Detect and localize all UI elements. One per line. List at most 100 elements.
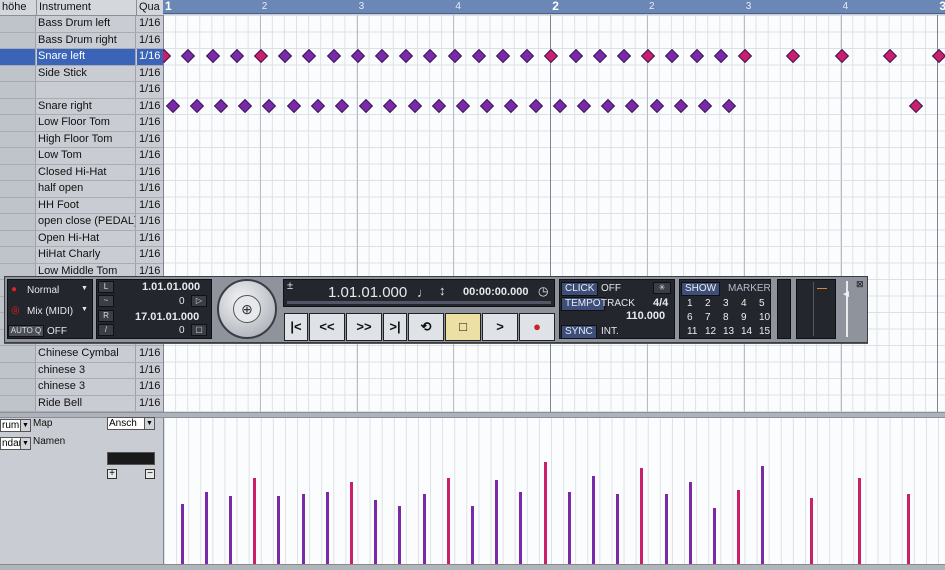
drum-note[interactable] [480, 98, 495, 113]
pitch-cell[interactable] [0, 49, 36, 65]
drum-note[interactable] [471, 49, 486, 64]
cycle-mode-value[interactable]: Mix (MIDI) [27, 306, 73, 317]
header-pitch[interactable]: höhe [0, 0, 37, 16]
volume-fader[interactable]: ◄ [841, 279, 853, 339]
add-lane-button[interactable]: + [107, 469, 117, 479]
instrument-row[interactable]: Closed Hi-Hat 1/16 [0, 164, 163, 181]
drum-note[interactable] [625, 98, 640, 113]
quantize-cell[interactable]: 1/16 [137, 132, 163, 148]
click-button[interactable]: CLICK [561, 282, 599, 296]
velocity-bar[interactable] [591, 476, 595, 564]
drum-note[interactable] [528, 98, 543, 113]
horizontal-scrollbar[interactable] [0, 564, 945, 570]
instrument-row[interactable]: Snare left 1/16 [0, 49, 163, 66]
click-settings-icon[interactable]: ✳ [653, 282, 671, 294]
marker-button[interactable]: 15 [759, 326, 770, 337]
quantize-cell[interactable]: 1/16 [137, 198, 163, 214]
drum-note[interactable] [931, 49, 945, 64]
instrument-row[interactable]: Side Stick 1/16 [0, 65, 163, 82]
marker-button[interactable]: 3 [723, 298, 729, 309]
velocity-bar[interactable] [422, 494, 426, 564]
instrument-row[interactable]: Open Hi-Hat 1/16 [0, 230, 163, 247]
drum-note[interactable] [181, 49, 196, 64]
pitch-cell[interactable] [0, 346, 36, 362]
record-button[interactable]: ● [519, 313, 555, 341]
quantize-cell[interactable]: 1/16 [137, 379, 163, 395]
instrument-name[interactable]: High Floor Tom [37, 131, 136, 147]
velocity-bar[interactable] [470, 506, 474, 564]
marker-button[interactable]: 13 [723, 326, 734, 337]
drum-note[interactable] [447, 49, 462, 64]
instrument-name[interactable]: open close (PEDAL) [37, 214, 136, 230]
marker-button[interactable]: 7 [705, 312, 711, 323]
velocity-bar[interactable] [446, 478, 450, 564]
velocity-bar[interactable] [567, 492, 571, 564]
drum-note[interactable] [520, 49, 535, 64]
drum-note[interactable] [495, 49, 511, 64]
instrument-name[interactable]: chinese 3 [37, 362, 136, 378]
instrument-row[interactable]: 1/16 [0, 82, 163, 99]
velocity-bar[interactable] [664, 494, 668, 564]
drum-note[interactable] [326, 49, 341, 64]
quantize-cell[interactable]: 1/16 [137, 148, 163, 164]
marker-button[interactable]: 4 [741, 298, 747, 309]
quantize-cell[interactable]: 1/16 [137, 99, 163, 115]
instrument-row[interactable]: High Floor Tom 1/16 [0, 131, 163, 148]
drum-note[interactable] [407, 98, 422, 113]
velocity-bar[interactable] [228, 496, 232, 564]
drum-note[interactable] [577, 98, 592, 113]
drum-note[interactable] [908, 98, 923, 113]
drum-note[interactable] [359, 98, 374, 113]
velocity-bar[interactable] [858, 478, 862, 564]
drum-note[interactable] [592, 49, 607, 64]
close-icon[interactable]: ⊠ [856, 279, 864, 290]
drum-note[interactable] [310, 98, 325, 113]
instrument-name[interactable]: Bass Drum left [37, 16, 136, 32]
drum-note[interactable] [689, 49, 704, 64]
quantize-cell[interactable]: 1/16 [137, 115, 163, 131]
velocity-bar[interactable] [906, 494, 910, 564]
velocity-bar[interactable] [809, 498, 813, 564]
tempo-value[interactable]: 110.000 [626, 310, 665, 322]
position-time-value[interactable]: 00:00:00.000 [463, 286, 528, 298]
velocity-bar[interactable] [543, 462, 547, 564]
marker-button[interactable]: 6 [687, 312, 693, 323]
marker-button[interactable]: 10 [759, 312, 770, 323]
quantize-cell[interactable]: 1/16 [137, 49, 163, 65]
pitch-cell[interactable] [0, 16, 36, 32]
drum-note[interactable] [616, 49, 632, 64]
quantize-cell[interactable]: 1/16 [137, 363, 163, 379]
velocity-bar[interactable] [253, 478, 257, 564]
instrument-row[interactable]: Low Tom 1/16 [0, 148, 163, 165]
post-roll-icon[interactable]: ▢ [191, 324, 207, 336]
instrument-name[interactable] [37, 82, 136, 98]
drum-note[interactable] [641, 49, 656, 64]
pitch-cell[interactable] [0, 148, 36, 164]
instrument-name[interactable]: Open Hi-Hat [37, 230, 136, 246]
marker-button[interactable]: 11 [687, 326, 697, 337]
play-button[interactable]: > [482, 313, 518, 341]
quantize-cell[interactable]: 1/16 [137, 33, 163, 49]
nudge-icon[interactable]: ± [287, 280, 293, 292]
velocity-bar[interactable] [277, 496, 281, 564]
pitch-cell[interactable] [0, 362, 36, 378]
auto-quantize-button[interactable]: AUTO Q [8, 325, 44, 337]
pitch-cell[interactable] [0, 131, 36, 147]
punch-in-icon[interactable]: ~ [98, 295, 114, 307]
drum-note[interactable] [456, 98, 471, 113]
velocity-lane[interactable] [163, 418, 945, 564]
right-locator-value[interactable]: 17.01.01.000 [135, 311, 199, 323]
instrument-name[interactable]: chinese 3 [37, 379, 136, 395]
instrument-row[interactable]: half open 1/16 [0, 181, 163, 198]
instrument-name[interactable]: Chinese Cymbal [37, 346, 136, 362]
drum-note[interactable] [205, 49, 220, 64]
velocity-bar[interactable] [640, 468, 644, 564]
instrument-row[interactable]: HH Foot 1/16 [0, 197, 163, 214]
drum-note[interactable] [601, 98, 616, 113]
timeline-ruler[interactable]: 1 2 3 4 2 2 3 4 3 [163, 0, 945, 14]
velocity-bar[interactable] [495, 480, 499, 564]
instrument-row[interactable]: HiHat Charly 1/16 [0, 247, 163, 264]
instrument-row[interactable]: Chinese Cymbal 1/16 [0, 346, 163, 363]
drum-map-dropdown[interactable]: rum ▼ [0, 419, 31, 432]
drum-note[interactable] [262, 98, 277, 113]
